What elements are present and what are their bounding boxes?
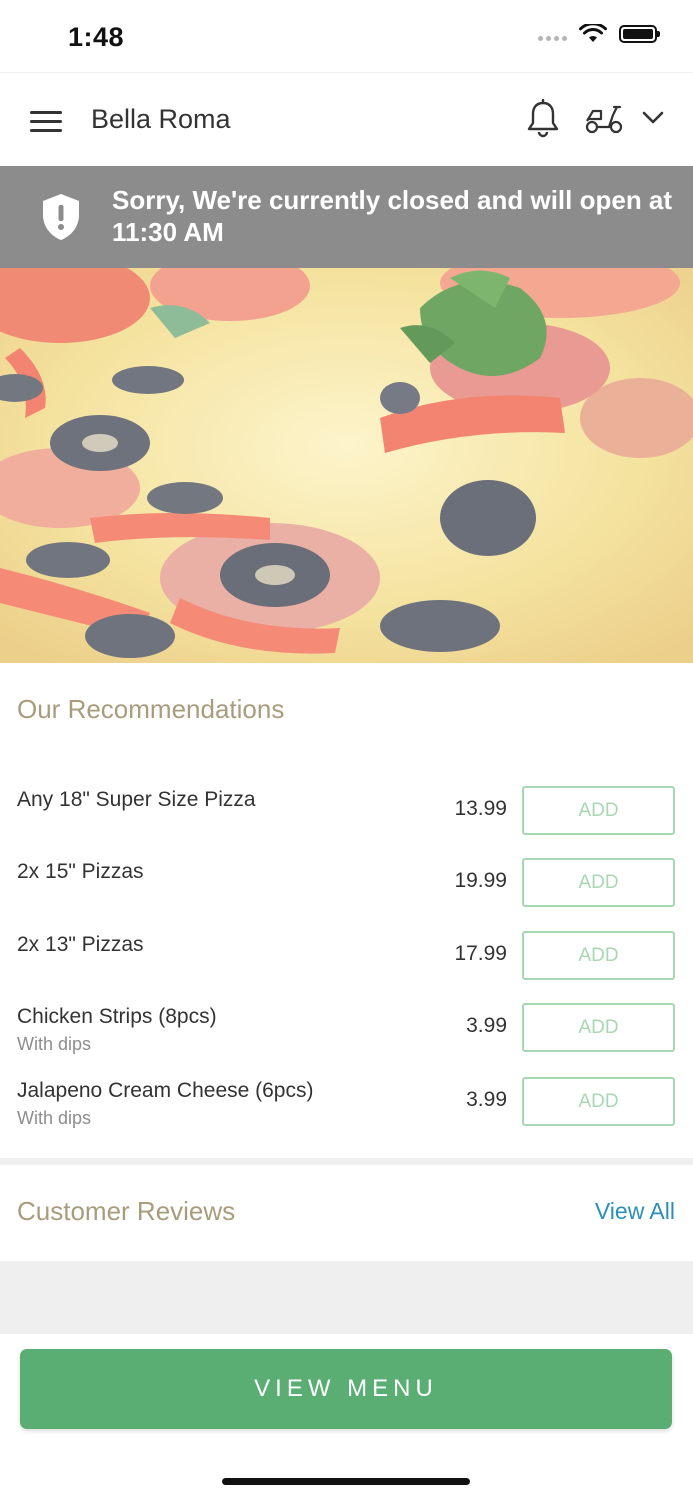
add-button[interactable]: ADD bbox=[522, 1077, 675, 1126]
item-subtitle: With dips bbox=[17, 1108, 92, 1128]
menu-icon[interactable] bbox=[30, 111, 62, 133]
recommendations-title: Our Recommendations bbox=[17, 694, 285, 724]
closed-message: Sorry, We're currently closed and will o… bbox=[112, 185, 673, 247]
list-item: Jalapeno Cream Cheese (6pcs) With dips 3… bbox=[0, 1063, 693, 1133]
hero-pizza-image bbox=[0, 268, 693, 663]
list-item: 2x 13" Pizzas 17.99 ADD bbox=[0, 917, 693, 987]
bell-icon[interactable] bbox=[526, 99, 560, 139]
item-name: 2x 15" Pizzas bbox=[17, 860, 144, 883]
item-name: 2x 13" Pizzas bbox=[17, 933, 144, 956]
shield-alert-icon bbox=[43, 194, 79, 240]
status-time: 1:48 bbox=[68, 22, 125, 52]
item-name: Jalapeno Cream Cheese (6pcs) bbox=[17, 1079, 314, 1102]
list-item: Chicken Strips (8pcs) With dips 3.99 ADD bbox=[0, 989, 693, 1059]
reviews-title: Customer Reviews bbox=[17, 1196, 236, 1226]
reviews-placeholder bbox=[0, 1261, 693, 1334]
item-name: Any 18" Super Size Pizza bbox=[17, 788, 256, 811]
view-all-reviews-link[interactable]: View All bbox=[595, 1198, 675, 1225]
item-name: Chicken Strips (8pcs) bbox=[17, 1005, 217, 1028]
signal-icon bbox=[538, 35, 567, 41]
wifi-icon bbox=[579, 24, 607, 42]
add-button[interactable]: ADD bbox=[522, 858, 675, 907]
status-bar: 1:48 bbox=[0, 0, 693, 72]
home-indicator[interactable] bbox=[222, 1478, 470, 1485]
item-price: 3.99 bbox=[466, 1014, 507, 1037]
status-icons bbox=[538, 24, 660, 44]
list-item: Any 18" Super Size Pizza 13.99 ADD bbox=[0, 772, 693, 842]
list-item: 2x 15" Pizzas 19.99 ADD bbox=[0, 844, 693, 914]
item-price: 17.99 bbox=[454, 942, 507, 965]
item-subtitle: With dips bbox=[17, 1034, 92, 1054]
chevron-down-icon[interactable] bbox=[642, 111, 664, 125]
restaurant-title: Bella Roma bbox=[91, 104, 231, 134]
battery-icon bbox=[619, 25, 660, 43]
item-price: 13.99 bbox=[454, 797, 507, 820]
add-button[interactable]: ADD bbox=[522, 931, 675, 980]
view-menu-button[interactable]: VIEW MENU bbox=[20, 1349, 672, 1429]
item-price: 3.99 bbox=[466, 1088, 507, 1111]
item-price: 19.99 bbox=[454, 869, 507, 892]
add-button[interactable]: ADD bbox=[522, 786, 675, 835]
add-button[interactable]: ADD bbox=[522, 1003, 675, 1052]
nav-bar: Bella Roma bbox=[0, 72, 693, 167]
section-divider bbox=[0, 1158, 693, 1165]
scooter-icon[interactable] bbox=[583, 103, 625, 135]
closed-banner: Sorry, We're currently closed and will o… bbox=[0, 166, 693, 268]
